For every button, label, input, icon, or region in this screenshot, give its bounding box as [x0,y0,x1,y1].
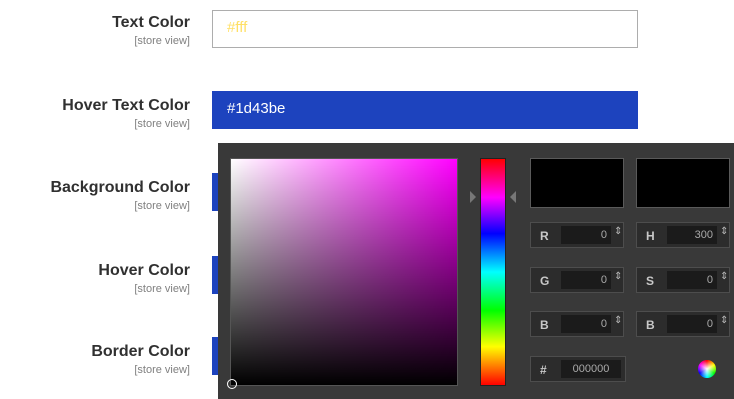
spinner-icon[interactable]: ⇕ [720,227,728,237]
hue-channel-input[interactable]: 300 [667,226,717,244]
spinner-icon[interactable]: ⇕ [614,272,622,282]
border-color-label: Border Color [91,343,190,360]
spinner-icon[interactable]: ⇕ [614,227,622,237]
background-color-label: Background Color [50,179,190,196]
text-color-input[interactable]: #fff [212,10,638,48]
hue-arrow-right-icon [510,191,516,203]
background-color-scope: [store view] [134,200,190,212]
color-wheel-icon[interactable] [698,360,716,378]
saturation-brightness-area[interactable] [227,158,458,389]
spinner-icon[interactable]: ⇕ [720,316,728,326]
hex-symbol: # [540,363,547,377]
text-color-label: Text Color [112,14,190,31]
red-channel-field[interactable]: R 0 ⇕ [530,222,624,248]
text-color-scope: [store view] [134,35,190,47]
border-color-scope: [store view] [134,364,190,376]
saturation-channel-field[interactable]: S 0 ⇕ [636,267,730,293]
red-channel-letter: R [540,229,549,243]
color-picker: R 0 ⇕ H 300 ⇕ G 0 ⇕ S 0 ⇕ B 0 ⇕ B 0 ⇕ # … [218,143,734,399]
hue-arrow-left-icon [470,191,476,203]
green-channel-letter: G [540,274,550,288]
color-selector-cursor[interactable] [227,379,237,389]
brightness-channel-letter: B [646,318,655,332]
red-channel-input[interactable]: 0 [561,226,611,244]
spinner-icon[interactable]: ⇕ [614,316,622,326]
saturation-channel-input[interactable]: 0 [667,271,717,289]
hex-input[interactable]: 000000 [561,360,621,378]
blue-channel-field[interactable]: B 0 ⇕ [530,311,624,337]
brightness-channel-field[interactable]: B 0 ⇕ [636,311,730,337]
brightness-channel-input[interactable]: 0 [667,315,717,333]
hover-text-color-scope: [store view] [134,118,190,130]
hover-color-scope: [store view] [134,283,190,295]
saturation-channel-letter: S [646,274,655,288]
hue-channel-letter: H [646,229,655,243]
blue-channel-letter: B [540,318,549,332]
green-channel-field[interactable]: G 0 ⇕ [530,267,624,293]
blue-channel-input[interactable]: 0 [561,315,611,333]
spinner-icon[interactable]: ⇕ [720,272,728,282]
hex-field[interactable]: # 000000 [530,356,626,382]
hue-channel-field[interactable]: H 300 ⇕ [636,222,730,248]
hover-color-label: Hover Color [98,262,190,279]
current-color-swatch[interactable] [636,158,730,208]
hue-slider[interactable] [480,158,506,386]
hover-text-color-label: Hover Text Color [62,97,190,114]
hover-text-color-input[interactable]: #1d43be [212,91,638,129]
green-channel-input[interactable]: 0 [561,271,611,289]
new-color-swatch [530,158,624,208]
